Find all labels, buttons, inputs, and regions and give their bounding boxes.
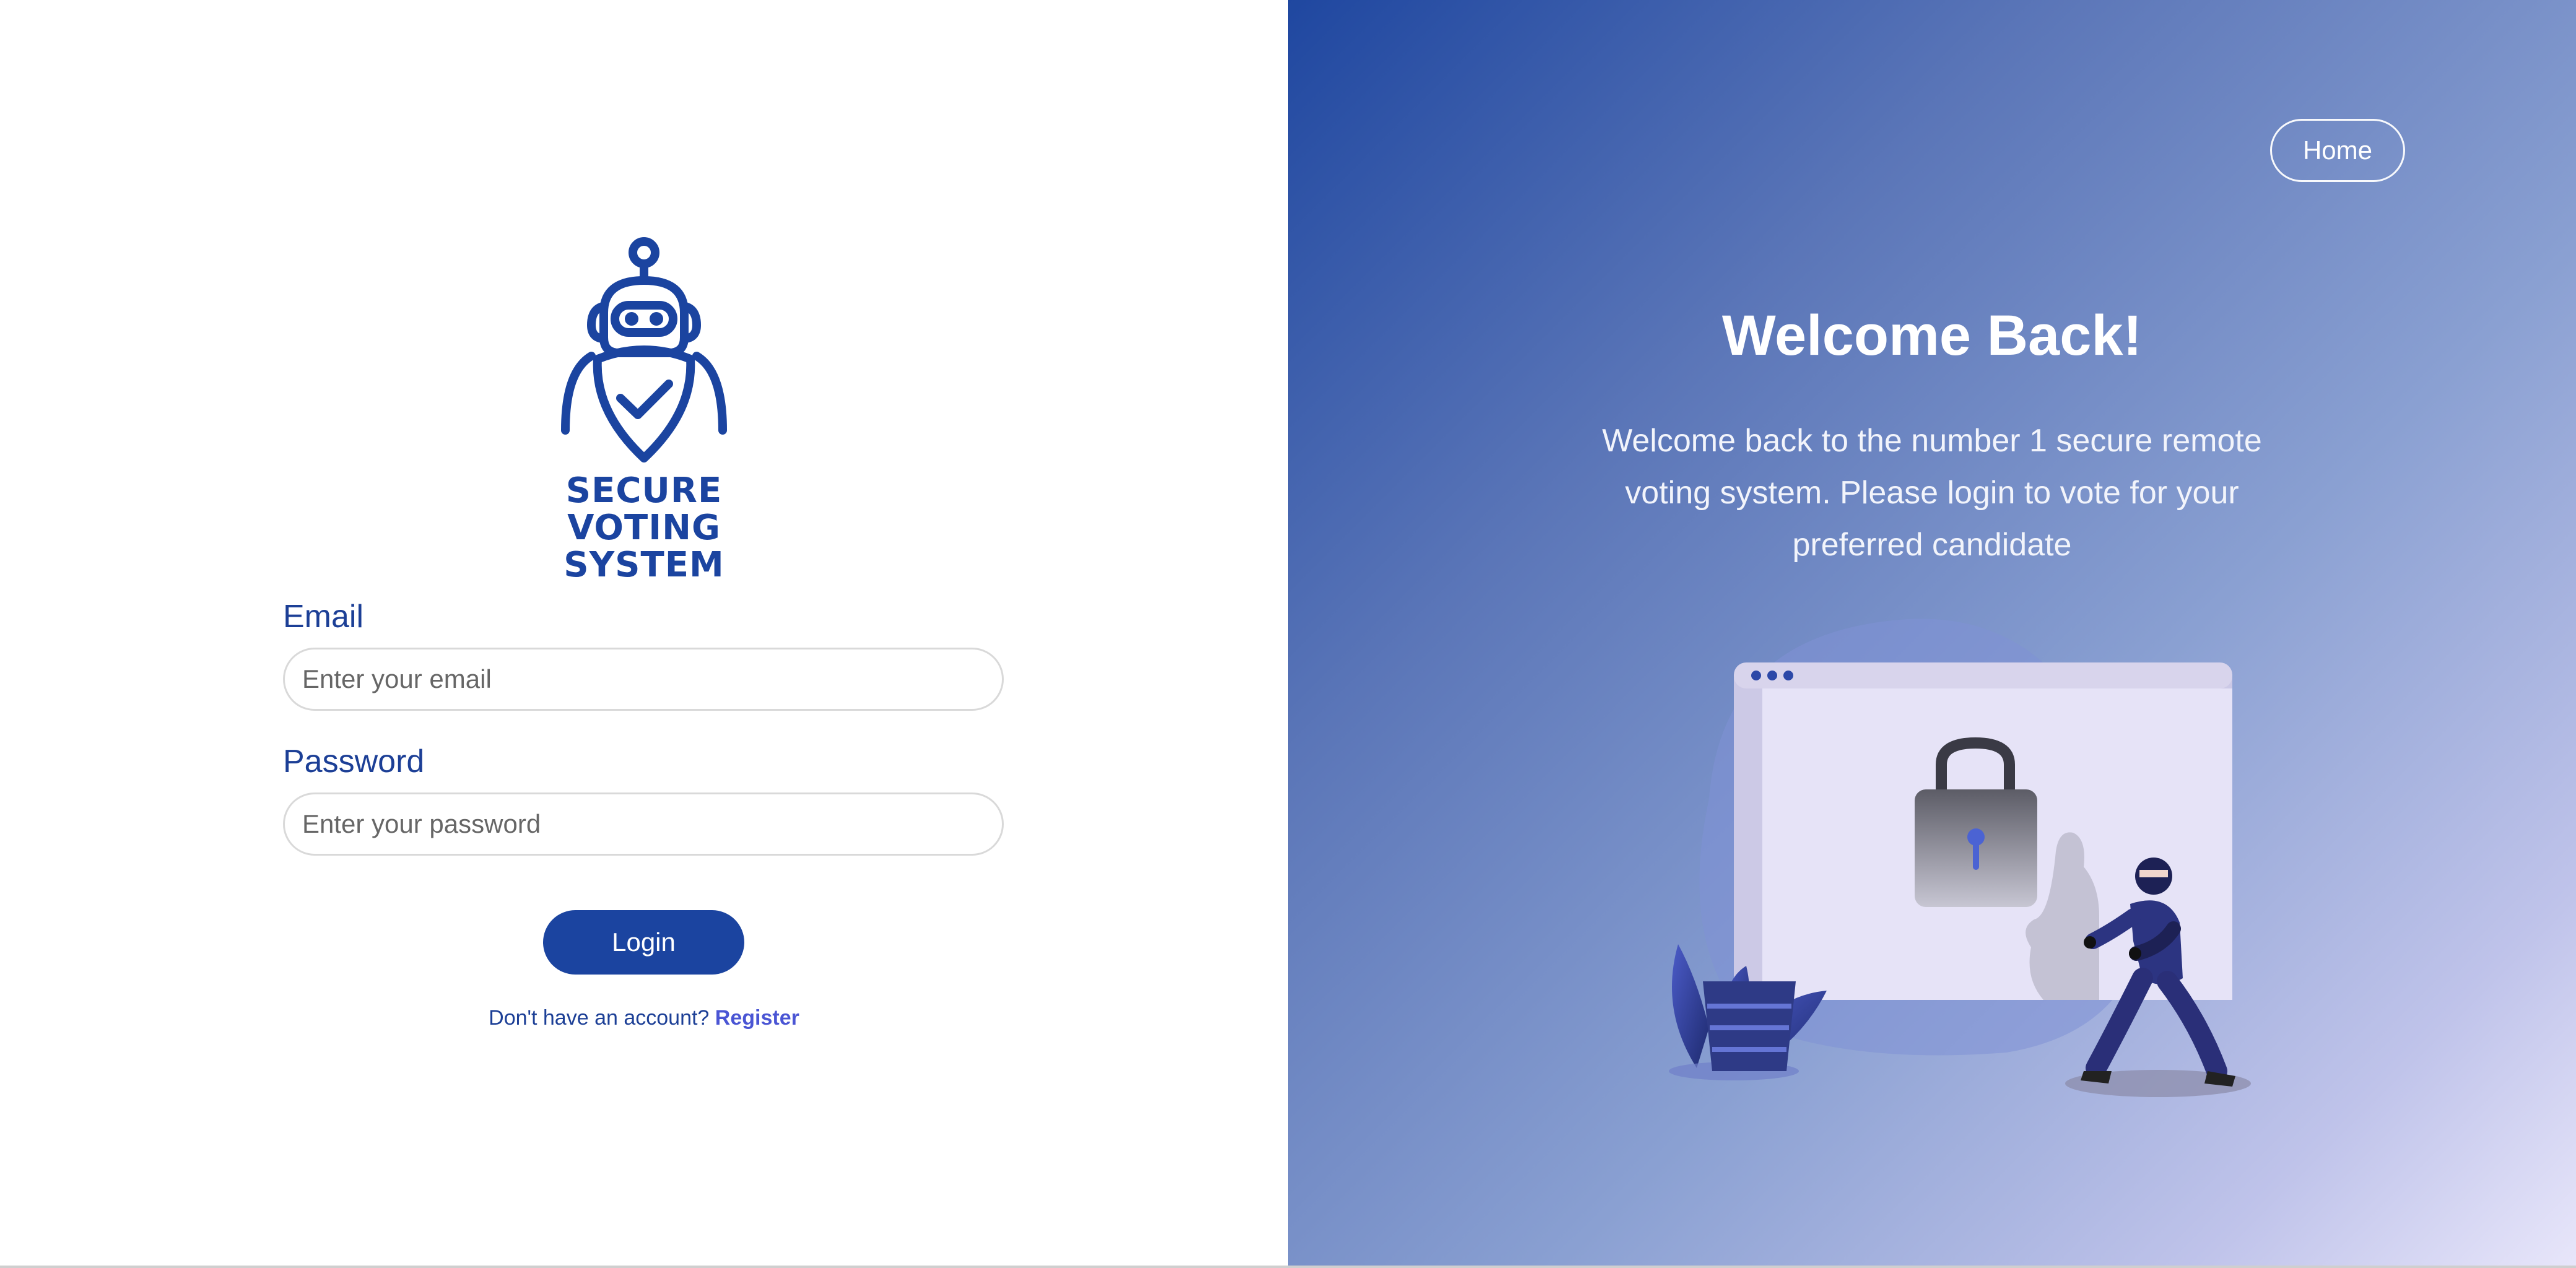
robot-shield-check-icon <box>561 237 727 462</box>
bottom-divider <box>0 1266 2576 1268</box>
login-button[interactable]: Login <box>543 910 744 975</box>
login-panel: SECURE VOTING SYSTEM Email Password Logi… <box>0 0 1288 1268</box>
email-input[interactable] <box>283 648 1004 711</box>
logo-text: SECURE VOTING SYSTEM <box>492 472 796 584</box>
welcome-description: Welcome back to the number 1 secure remo… <box>1602 423 2262 563</box>
logo: SECURE VOTING SYSTEM <box>492 232 796 584</box>
logo-text-line2: SYSTEM <box>564 545 724 585</box>
logo-text-line1: SECURE VOTING <box>565 471 723 548</box>
password-input[interactable] <box>283 792 1004 856</box>
email-label: Email <box>283 599 364 635</box>
padlock-browser-thief-illustration <box>1669 619 2251 1097</box>
home-button[interactable]: Home <box>2270 119 2405 182</box>
welcome-panel: Home Welcome Back! Welcome back to the n… <box>1288 0 2576 1268</box>
login-page: SECURE VOTING SYSTEM Email Password Logi… <box>0 0 2576 1268</box>
welcome-title: Welcome Back! <box>1721 304 2143 367</box>
register-prompt: Don't have an account? <box>489 1006 710 1030</box>
register-link[interactable]: Register <box>715 1006 799 1030</box>
password-label: Password <box>283 744 425 779</box>
register-prompt-line: Don't have an account? Register <box>0 1006 1288 1030</box>
